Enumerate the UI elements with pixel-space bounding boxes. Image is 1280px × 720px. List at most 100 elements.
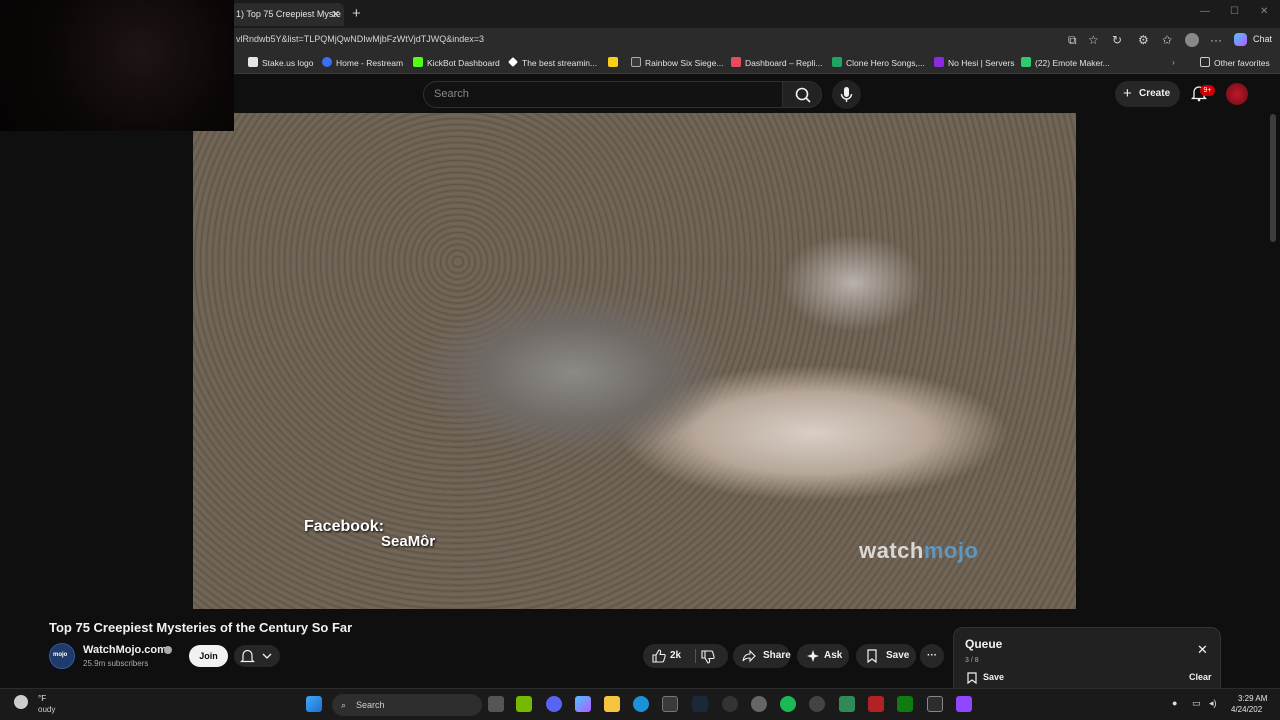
thumbs-up-icon: [652, 649, 666, 663]
page-scrollbar[interactable]: [1270, 114, 1276, 242]
bookmark-icon: [967, 671, 977, 689]
bookmark-icon: [508, 57, 518, 67]
queue-save-button[interactable]: Save: [983, 672, 1004, 682]
app-red-icon[interactable]: [868, 696, 884, 712]
bookmark-item[interactable]: [608, 57, 622, 68]
like-count[interactable]: 2k: [670, 644, 681, 668]
search-button[interactable]: [782, 81, 822, 108]
favorites-icon[interactable]: ✩: [1162, 33, 1172, 47]
bookmark-icon: [322, 57, 332, 67]
watermark-logo: watchmojo: [859, 538, 978, 564]
url-field[interactable]: vlRndwb5Y&list=TLPQMjQwNDIwMjbFzWtVjdTJW…: [236, 34, 484, 44]
channel-name[interactable]: WatchMojo.com: [83, 644, 167, 656]
bookmark-item[interactable]: Home - Restream: [322, 57, 403, 68]
folder-icon: [1200, 57, 1210, 67]
app-b-icon[interactable]: [839, 696, 855, 712]
xbox-icon[interactable]: [897, 696, 913, 712]
profile-icon[interactable]: [1185, 33, 1199, 47]
taskbar-search[interactable]: ⌕ Search: [332, 694, 482, 716]
app-p-icon[interactable]: [927, 696, 943, 712]
more-actions-button[interactable]: ···: [920, 644, 944, 668]
file-explorer-icon[interactable]: [604, 696, 620, 712]
weather-temperature[interactable]: °F: [38, 694, 46, 703]
video-overlay-name: SeaMôr: [381, 533, 436, 550]
volume-tray-icon[interactable]: ◂): [1209, 698, 1217, 709]
clock-date[interactable]: 4/24/202: [1231, 705, 1262, 714]
task-view-icon[interactable]: [488, 696, 504, 712]
queue-title: Queue: [965, 637, 1003, 651]
spotify-icon[interactable]: [780, 696, 796, 712]
copilot-icon[interactable]: [575, 696, 591, 712]
weather-icon[interactable]: [14, 695, 28, 709]
subscription-bell-button[interactable]: [234, 645, 280, 667]
edge-icon[interactable]: [633, 696, 649, 712]
bookmark-item[interactable]: Dashboard – Repli...: [731, 57, 823, 68]
minimize-icon[interactable]: —: [1200, 6, 1210, 17]
bookmark-item[interactable]: No Hesi | Servers: [934, 57, 1014, 68]
channel-avatar-text: mojo: [53, 652, 68, 658]
settings-icon[interactable]: [751, 696, 767, 712]
share-button[interactable]: Share: [733, 644, 791, 668]
maximize-icon[interactable]: ☐: [1230, 6, 1239, 17]
queue-clear-button[interactable]: Clear: [1189, 672, 1212, 682]
bookmark-item[interactable]: Stake.us logo: [248, 57, 314, 68]
bookmark-icon: [1021, 57, 1031, 67]
video-overlay-label: Facebook:: [304, 518, 385, 535]
bookmark-item[interactable]: Rainbow Six Siege...: [631, 57, 723, 68]
search-icon: ⌕: [341, 700, 347, 710]
create-button[interactable]: + Create: [1115, 81, 1180, 107]
app-4k-icon[interactable]: [809, 696, 825, 712]
refresh-icon[interactable]: ↻: [1112, 33, 1122, 47]
new-tab-icon[interactable]: +: [352, 5, 361, 22]
twitch-icon[interactable]: [956, 696, 972, 712]
os-taskbar: °F oudy ⌕ Search ● ▭ ◂) 3:29 AM 4/24/202: [0, 688, 1280, 720]
thumbs-down-icon: [701, 650, 715, 664]
store-icon[interactable]: [662, 696, 678, 712]
favorite-star-icon[interactable]: ☆: [1088, 33, 1099, 47]
bookmark-item[interactable]: KickBot Dashboard: [413, 57, 500, 68]
sparkle-icon: [806, 649, 820, 673]
queue-panel: Queue 3 / 8 ✕ Save Clear: [953, 627, 1221, 689]
like-button[interactable]: [652, 649, 666, 673]
tab-close-icon[interactable]: ✕: [331, 8, 340, 21]
avatar[interactable]: [1226, 83, 1248, 105]
search-input[interactable]: Search: [423, 81, 783, 108]
bookmark-icon: [731, 57, 741, 67]
video-player[interactable]: Facebook: SeaMôr watchmojo: [193, 113, 1076, 609]
verified-icon: [164, 646, 172, 654]
steam-icon[interactable]: [692, 696, 708, 712]
windows-start-icon[interactable]: [306, 696, 322, 712]
bookmarks-overflow-icon[interactable]: ›: [1172, 57, 1175, 67]
discord-icon[interactable]: [546, 696, 562, 712]
extensions-icon[interactable]: ⚙: [1138, 33, 1149, 47]
mic-tray-icon[interactable]: ●: [1172, 698, 1177, 708]
ask-button[interactable]: Ask: [797, 644, 849, 668]
bookmark-icon: [248, 57, 258, 67]
channel-avatar[interactable]: mojo: [49, 643, 75, 669]
watermark-text-b: mojo: [923, 538, 979, 563]
split-screen-icon[interactable]: ⧉: [1068, 33, 1077, 48]
voice-search-button[interactable]: [832, 80, 861, 109]
search-placeholder: Search: [434, 88, 469, 100]
dislike-button[interactable]: [701, 650, 715, 674]
window-close-icon[interactable]: ✕: [1260, 6, 1268, 17]
close-icon[interactable]: ✕: [1197, 642, 1208, 658]
menu-dots-icon[interactable]: ···: [1210, 33, 1222, 47]
clock-time[interactable]: 3:29 AM: [1238, 694, 1267, 703]
chat-label[interactable]: Chat: [1253, 34, 1272, 44]
weather-description[interactable]: oudy: [38, 705, 55, 714]
bookmark-item[interactable]: The best streamin...: [508, 57, 597, 68]
bookmark-icon: [631, 57, 641, 67]
copilot-icon[interactable]: [1234, 33, 1247, 46]
save-button[interactable]: Save: [856, 644, 916, 668]
bookmark-item[interactable]: Clone Hero Songs,...: [832, 57, 925, 68]
join-button[interactable]: Join: [189, 645, 228, 667]
other-favorites-folder[interactable]: Other favorites: [1200, 57, 1270, 68]
tab-active[interactable]: 1) Top 75 Creepiest Myste: [232, 3, 344, 26]
bookmark-item[interactable]: (22) Emote Maker...: [1021, 57, 1110, 68]
display-tray-icon[interactable]: ▭: [1192, 698, 1201, 709]
share-icon: [742, 649, 756, 673]
obs-icon[interactable]: [722, 696, 738, 712]
nvidia-icon[interactable]: [516, 696, 532, 712]
webcam-overlay: [0, 0, 234, 131]
